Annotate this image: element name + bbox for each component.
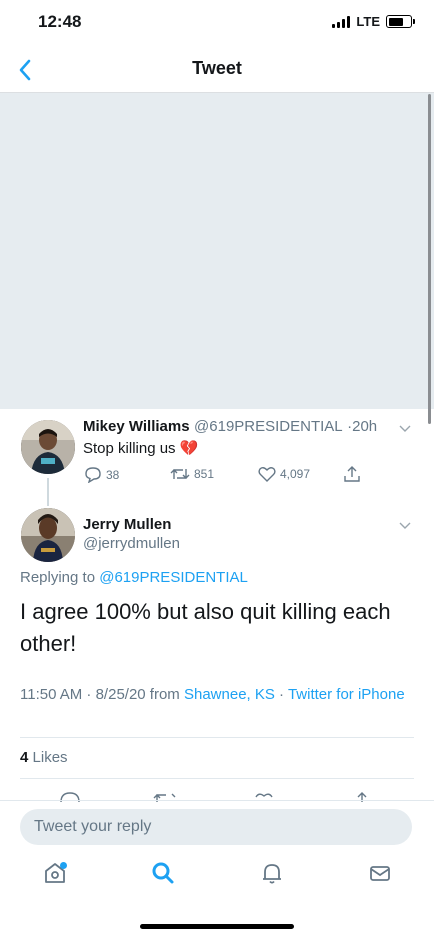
tab-messages[interactable] (365, 858, 395, 888)
tab-notifications[interactable] (257, 858, 287, 888)
avatar[interactable] (21, 508, 75, 562)
author-handle[interactable]: @jerrydmullen (83, 535, 180, 552)
chevron-down-icon (399, 522, 411, 529)
author-name[interactable]: Jerry Mullen (83, 516, 171, 533)
messages-icon (370, 866, 390, 881)
tweet-menu-button[interactable] (398, 421, 412, 440)
likes-summary[interactable]: 4 Likes (20, 749, 68, 766)
likes-label: Likes (32, 749, 68, 766)
notifications-icon (263, 864, 281, 884)
location-link[interactable]: Shawnee, KS (184, 686, 275, 703)
reply-action[interactable]: 38 (84, 466, 119, 483)
share-icon (344, 466, 360, 482)
retweet-count: 851 (194, 467, 215, 481)
timestamp-text: 11:50 AM · 8/25/20 from (20, 686, 184, 703)
tweet-text: Stop killing us 💔 (83, 439, 198, 457)
replying-to-label: Replying to (20, 569, 100, 586)
retweet-icon (170, 469, 190, 479)
like-action[interactable]: 4,097 (258, 466, 310, 482)
thread-connector (47, 478, 49, 506)
author-name[interactable]: Mikey Williams (83, 418, 190, 435)
avatar-image (21, 420, 75, 474)
conversation-area (0, 92, 434, 409)
divider (20, 737, 414, 738)
search-icon (152, 862, 174, 884)
chevron-down-icon (399, 425, 411, 432)
reply-icon (85, 467, 101, 483)
replying-to-handle[interactable]: @619PRESIDENTIAL (99, 569, 248, 586)
battery-icon (386, 15, 415, 28)
author-handle[interactable]: @619PRESIDENTIAL (194, 418, 343, 435)
client-link[interactable]: Twitter for iPhone (288, 686, 405, 703)
status-time: 12:48 (38, 12, 82, 31)
retweet-action[interactable]: 851 (170, 466, 214, 482)
network-label: LTE (356, 14, 380, 29)
replying-to: Replying to @619PRESIDENTIAL (20, 569, 248, 586)
page-title: Tweet (192, 58, 242, 78)
new-content-dot (60, 862, 67, 869)
like-count: 4,097 (280, 467, 311, 481)
parent-tweet-header: Mikey Williams @619PRESIDENTIAL ·20h (83, 418, 377, 436)
likes-count: 4 (20, 749, 29, 766)
tweet-timestamp: 11:50 AM · 8/25/20 from Shawnee, KS · Tw… (20, 684, 412, 706)
tab-bar (0, 858, 434, 902)
divider (0, 800, 434, 801)
share-action[interactable] (344, 465, 360, 483)
tab-search[interactable] (148, 858, 178, 888)
tweet-text: I agree 100% but also quit killing each … (20, 599, 391, 656)
divider (20, 778, 414, 779)
heart-icon (255, 793, 273, 798)
tweet-time: 20h (352, 418, 378, 435)
home-indicator[interactable] (140, 924, 294, 929)
avatar[interactable] (21, 420, 75, 474)
scrollbar[interactable] (428, 94, 431, 424)
tweet-menu-button[interactable] (398, 518, 412, 537)
avatar-image (21, 508, 75, 562)
tweet-text-body: Stop killing us (83, 440, 176, 457)
signal-icon (332, 15, 351, 28)
tab-home[interactable] (40, 858, 70, 888)
timestamp-separator: · (274, 686, 288, 703)
status-indicators: LTE (332, 14, 415, 29)
broken-heart-emoji: 💔 (179, 440, 199, 457)
reply-count: 38 (106, 467, 120, 482)
heart-icon (258, 467, 276, 482)
reply-placeholder: Tweet your reply (34, 818, 152, 835)
